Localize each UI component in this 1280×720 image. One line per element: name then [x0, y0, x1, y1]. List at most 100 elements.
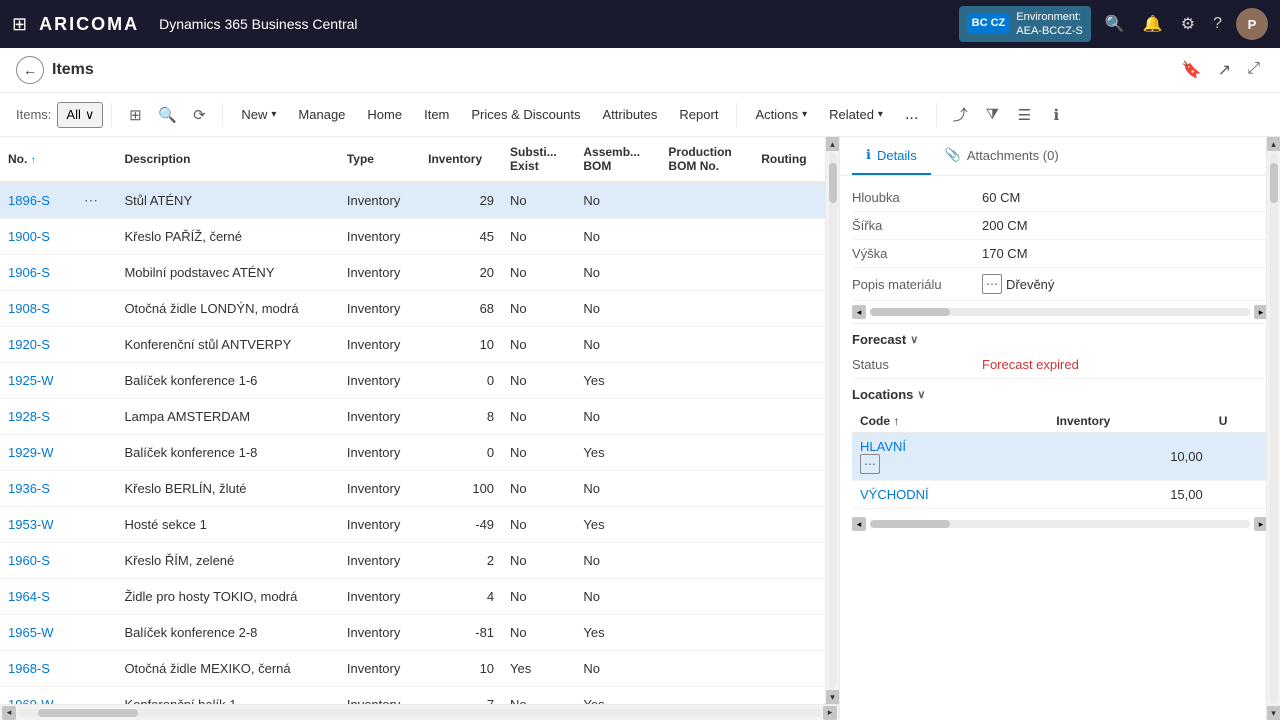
- cell-subst: No: [502, 327, 575, 363]
- cell-routing: [753, 435, 825, 471]
- scroll-up-arrow[interactable]: ▴: [826, 137, 840, 151]
- cell-subst: Yes: [502, 651, 575, 687]
- search-icon[interactable]: 🔍: [1101, 10, 1129, 38]
- table-horizontal-scrollbar[interactable]: ◂ ▸: [0, 704, 839, 720]
- item-link-1906-S[interactable]: 1906-S: [8, 265, 50, 280]
- loc-table-row[interactable]: HLAVNÍ ⋯ 10,00: [852, 433, 1268, 481]
- table-row[interactable]: 1908-S ⋯ Otočná židle LONDÝN, modrá Inve…: [0, 291, 825, 327]
- table-row[interactable]: 1929-W ⋯ Balíček konference 1-8 Inventor…: [0, 435, 825, 471]
- share-icon[interactable]: ↗: [1214, 56, 1235, 84]
- col-no[interactable]: No. ↑: [0, 137, 72, 182]
- filter-icon[interactable]: ⧩: [977, 100, 1007, 130]
- cell-prodbom: [660, 182, 753, 219]
- share-ext-icon[interactable]: ⤴: [945, 100, 975, 130]
- item-link-1929-W[interactable]: 1929-W: [8, 445, 54, 460]
- bell-icon[interactable]: 🔔: [1139, 10, 1167, 38]
- cell-no: 1964-S: [0, 579, 72, 615]
- loc-hscroll-left[interactable]: ◂: [852, 517, 866, 531]
- help-icon[interactable]: ?: [1209, 11, 1226, 37]
- hscroll-left-detail[interactable]: ◂: [852, 305, 866, 319]
- new-button[interactable]: New: [231, 102, 286, 127]
- table-row[interactable]: 1968-S ⋯ Otočná židle MEXIKO, černá Inve…: [0, 651, 825, 687]
- cell-no: 1960-S: [0, 543, 72, 579]
- refresh-button[interactable]: ⟳: [184, 100, 214, 130]
- cell-prodbom: [660, 471, 753, 507]
- tab-details[interactable]: ℹ Details: [852, 137, 931, 175]
- item-button[interactable]: Item: [414, 102, 459, 127]
- search-button[interactable]: 🔍: [152, 100, 182, 130]
- env-text: Environment: AEA-BCCZ-S: [1016, 10, 1083, 39]
- item-link-1953-W[interactable]: 1953-W: [8, 517, 54, 532]
- loc-table-row[interactable]: VÝCHODNÍ 15,00: [852, 481, 1268, 509]
- item-link-1936-S[interactable]: 1936-S: [8, 481, 50, 496]
- detail-vertical-scrollbar[interactable]: ▴ ▾: [1266, 137, 1280, 720]
- table-row[interactable]: 1964-S ⋯ Židle pro hosty TOKIO, modrá In…: [0, 579, 825, 615]
- item-link-1896-S[interactable]: 1896-S: [8, 193, 50, 208]
- item-link-1969-W[interactable]: 1969-W: [8, 697, 54, 704]
- row-actions-button[interactable]: ⋯: [80, 190, 102, 211]
- item-link-1960-S[interactable]: 1960-S: [8, 553, 50, 568]
- cell-desc: Balíček konference 2-8: [116, 615, 338, 651]
- separator-3: [736, 103, 737, 127]
- cell-subst: No: [502, 255, 575, 291]
- info-icon-button[interactable]: ℹ: [1041, 100, 1071, 130]
- prices-discounts-button[interactable]: Prices & Discounts: [461, 102, 590, 127]
- fullscreen-icon[interactable]: ⤢: [1243, 56, 1264, 84]
- environment-info[interactable]: BC CZ Environment: AEA-BCCZ-S: [959, 6, 1091, 43]
- locations-section-header[interactable]: Locations ∨: [852, 379, 1268, 406]
- detail-scroll-up[interactable]: ▴: [1267, 137, 1280, 151]
- loc-row-actions[interactable]: ⋯: [860, 454, 880, 474]
- gear-icon[interactable]: ⚙: [1177, 10, 1199, 38]
- loc-link-VÝCHODNÍ[interactable]: VÝCHODNÍ: [860, 487, 929, 502]
- loc-link-HLAVNÍ[interactable]: HLAVNÍ: [860, 439, 906, 454]
- loc-cell-u: [1211, 433, 1268, 481]
- cell-prodbom: [660, 399, 753, 435]
- cell-desc: Hosté sekce 1: [116, 507, 338, 543]
- bookmark-icon[interactable]: 🔖: [1178, 56, 1206, 84]
- item-link-1900-S[interactable]: 1900-S: [8, 229, 50, 244]
- listview-icon[interactable]: ☰: [1009, 100, 1039, 130]
- item-link-1928-S[interactable]: 1928-S: [8, 409, 50, 424]
- actions-button[interactable]: Actions: [745, 102, 817, 127]
- forecast-section-header[interactable]: Forecast ∨: [852, 324, 1268, 351]
- list-vertical-scrollbar[interactable]: ▴ ▾: [825, 137, 839, 704]
- table-row[interactable]: 1925-W ⋯ Balíček konference 1-6 Inventor…: [0, 363, 825, 399]
- table-row[interactable]: 1965-W ⋯ Balíček konference 2-8 Inventor…: [0, 615, 825, 651]
- table-row[interactable]: 1920-S ⋯ Konferenční stůl ANTVERPY Inven…: [0, 327, 825, 363]
- scroll-left-arrow[interactable]: ◂: [2, 706, 16, 720]
- filter-all-button[interactable]: All ∨: [57, 102, 103, 128]
- report-button[interactable]: Report: [669, 102, 728, 127]
- cell-desc: Balíček konference 1-8: [116, 435, 338, 471]
- view-toggle-icon[interactable]: ⊞: [120, 100, 150, 130]
- table-row[interactable]: 1953-W ⋯ Hosté sekce 1 Inventory -49 No …: [0, 507, 825, 543]
- cell-no: 1920-S: [0, 327, 72, 363]
- waffle-icon[interactable]: ⊞: [12, 14, 27, 35]
- back-button[interactable]: ←: [16, 56, 44, 84]
- table-row[interactable]: 1900-S ⋯ Křeslo PAŘÍŽ, černé Inventory 4…: [0, 219, 825, 255]
- more-button[interactable]: ...: [895, 101, 928, 129]
- sirka-value: 200 CM: [982, 218, 1268, 233]
- attributes-button[interactable]: Attributes: [592, 102, 667, 127]
- popis-edit-button[interactable]: ⋯: [982, 274, 1002, 294]
- item-link-1908-S[interactable]: 1908-S: [8, 301, 50, 316]
- table-row[interactable]: 1969-W ⋯ Konferenční balík 1 Inventory -…: [0, 687, 825, 705]
- table-row[interactable]: 1896-S ⋯ Stůl ATÉNY Inventory 29 No No: [0, 182, 825, 219]
- item-link-1968-S[interactable]: 1968-S: [8, 661, 50, 676]
- home-button[interactable]: Home: [357, 102, 412, 127]
- item-link-1920-S[interactable]: 1920-S: [8, 337, 50, 352]
- tab-attachments[interactable]: 📎 Attachments (0): [931, 137, 1073, 175]
- avatar[interactable]: P: [1236, 8, 1268, 40]
- scroll-right-arrow[interactable]: ▸: [823, 706, 837, 720]
- item-link-1965-W[interactable]: 1965-W: [8, 625, 54, 640]
- cell-routing: [753, 399, 825, 435]
- manage-button[interactable]: Manage: [288, 102, 355, 127]
- item-link-1964-S[interactable]: 1964-S: [8, 589, 50, 604]
- scroll-down-arrow[interactable]: ▾: [826, 690, 840, 704]
- table-row[interactable]: 1936-S ⋯ Křeslo BERLÍN, žluté Inventory …: [0, 471, 825, 507]
- detail-scroll-down[interactable]: ▾: [1267, 706, 1280, 720]
- table-row[interactable]: 1906-S ⋯ Mobilní podstavec ATÉNY Invento…: [0, 255, 825, 291]
- related-button[interactable]: Related: [819, 102, 893, 127]
- table-row[interactable]: 1928-S ⋯ Lampa AMSTERDAM Inventory 8 No …: [0, 399, 825, 435]
- table-row[interactable]: 1960-S ⋯ Křeslo ŘÍM, zelené Inventory 2 …: [0, 543, 825, 579]
- item-link-1925-W[interactable]: 1925-W: [8, 373, 54, 388]
